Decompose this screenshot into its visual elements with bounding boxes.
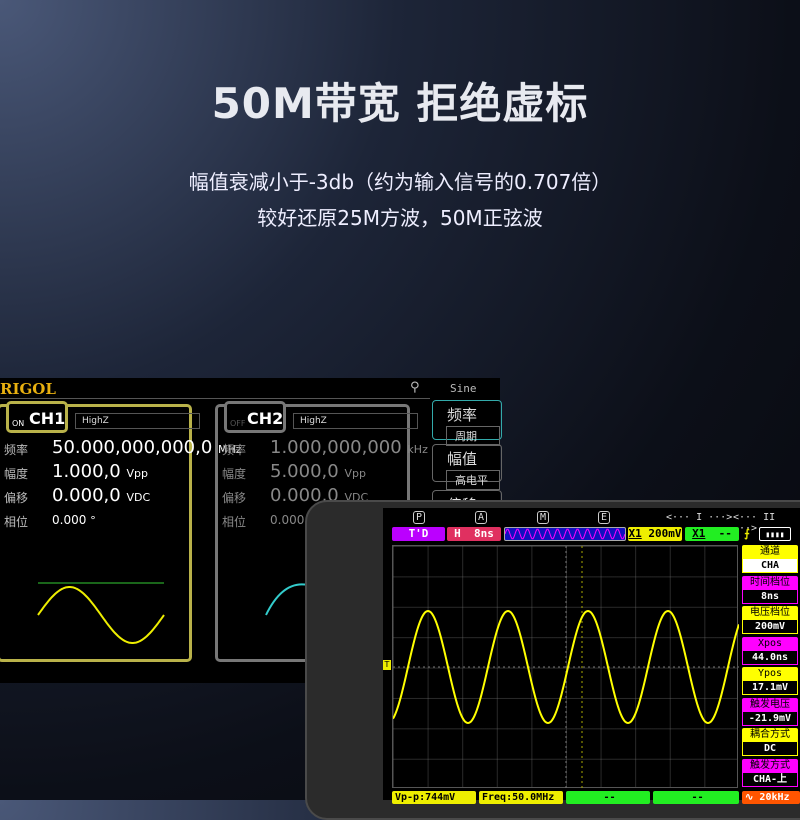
panel-value: 200mV xyxy=(742,619,798,634)
panel-item-4[interactable]: Ypos 17.1mV xyxy=(742,667,798,695)
oscilloscope-screen: P A M E <··· I ···> <··· II ···> T'D H 8… xyxy=(383,508,800,804)
value: 1.000,0 xyxy=(52,461,121,482)
cha-scale-badge[interactable]: X1 200mV xyxy=(628,527,682,541)
value: 5.000,0 xyxy=(270,461,339,482)
unit: ° xyxy=(90,514,96,527)
panel-item-3[interactable]: Xpos 44.0ns xyxy=(742,636,798,665)
waveform-overview[interactable] xyxy=(504,527,626,541)
panel-item-7[interactable]: 触发方式 CHA-上 xyxy=(742,758,798,787)
panel-label: 触发电压 xyxy=(742,697,798,711)
label: 频率 xyxy=(222,443,247,457)
label: 幅度 xyxy=(4,467,29,481)
value: 0.000,0 xyxy=(52,485,121,506)
ch1-panel[interactable]: ON CH1 HighZ 频率 50.000,000,000,0 MHz 幅度 1.0… xyxy=(0,401,242,662)
label: 偏移 xyxy=(4,491,29,505)
measure-4[interactable]: -- xyxy=(653,791,739,804)
unit: kHz xyxy=(407,443,428,456)
value: 0.000 xyxy=(52,513,87,527)
subtitle-line-1: 幅值衰减小于-3db（约为输入信号的0.707倍） xyxy=(188,170,612,194)
ch1-waveform-preview xyxy=(37,582,165,644)
ch2-load: HighZ xyxy=(293,413,418,429)
ch2-row-offset[interactable]: 偏移 0.000,0 VDC xyxy=(222,485,368,506)
panel-value: CHA xyxy=(742,558,798,573)
label: 频率 xyxy=(4,443,29,457)
label: 相位 xyxy=(4,515,29,529)
generator-freq-badge[interactable]: ∿ 20kHz xyxy=(742,791,800,804)
ch1-row-freq[interactable]: 频率 50.000,000,000,0 MHz xyxy=(4,437,242,458)
timebase-value: 8ns xyxy=(474,527,494,540)
vpp-measure[interactable]: Vp-p:744mV xyxy=(392,791,476,804)
key-a[interactable]: A xyxy=(475,511,488,524)
ch1-state: ON xyxy=(12,419,25,428)
panel-label: 时间档位 xyxy=(742,575,798,589)
headline: 50M带宽 拒绝虚标 xyxy=(211,79,589,128)
ch1-row-phase[interactable]: 相位 0.000 ° xyxy=(4,513,96,530)
label: 相位 xyxy=(222,515,247,529)
panel-value: 17.1mV xyxy=(742,680,798,695)
key-p[interactable]: P xyxy=(413,511,426,524)
timebase-badge[interactable]: H 8ns xyxy=(447,527,501,541)
ch2-state: OFF xyxy=(230,419,246,428)
subtitle-line-2: 较好还原25M方波，50M正弦波 xyxy=(257,206,543,230)
panel-label: 电压档位 xyxy=(742,606,798,619)
ch1-row-amp[interactable]: 幅度 1.000,0 Vpp xyxy=(4,461,148,482)
panel-item-0[interactable]: 通道 CHA xyxy=(742,545,798,573)
chb-probe: X1 xyxy=(692,527,706,540)
panel-label: Ypos xyxy=(742,667,798,680)
menu-high-level-button[interactable]: 高电平 xyxy=(446,470,500,490)
panel-value: 8ns xyxy=(742,588,798,604)
ch2-row-amp[interactable]: 幅度 5.000,0 Vpp xyxy=(222,461,366,482)
trigger-edge-icon: ⨍ xyxy=(744,527,750,540)
cha-ground-marker[interactable]: T xyxy=(383,660,391,670)
cha-volts: 200mV xyxy=(648,527,682,540)
generator-freq: 20kHz xyxy=(759,792,790,803)
panel-label: 通道 xyxy=(742,545,798,558)
panel-label: 触发方式 xyxy=(742,758,798,772)
panel-value: DC xyxy=(742,741,798,756)
chb-volts: -- xyxy=(718,527,732,540)
ch1-name: CH1 xyxy=(29,409,66,428)
ch2-tab[interactable]: OFF CH2 xyxy=(224,401,286,433)
value: 0.000 xyxy=(270,513,305,527)
label: 幅度 xyxy=(222,467,247,481)
ch2-row-freq[interactable]: 频率 1.000,000,000 kHz xyxy=(222,437,428,458)
waveform-label: Sine xyxy=(450,382,477,395)
panel-item-1[interactable]: 时间档位 8ns xyxy=(742,575,798,604)
chb-scale-badge[interactable]: X1 -- xyxy=(685,527,739,541)
battery-icon: ▮▮▮▮ xyxy=(759,527,791,541)
panel-item-2[interactable]: 电压档位 200mV xyxy=(742,606,798,634)
cha-probe: X1 xyxy=(628,527,642,540)
freq-measure[interactable]: Freq:50.0MHz xyxy=(479,791,563,804)
ch1-row-offset[interactable]: 偏移 0.000,0 VDC xyxy=(4,485,150,506)
key-m[interactable]: M xyxy=(537,511,550,524)
waveform-grid[interactable] xyxy=(392,545,739,789)
panel-value: CHA-上 xyxy=(742,771,798,787)
panel-item-5[interactable]: 触发电压 -21.9mV xyxy=(742,697,798,726)
value: 1.000,000,000 xyxy=(270,437,402,458)
measure-3[interactable]: -- xyxy=(566,791,650,804)
mode-badge[interactable]: T'D xyxy=(392,527,445,541)
panel-value: -21.9mV xyxy=(742,710,798,726)
key-e[interactable]: E xyxy=(598,511,611,524)
timebase-label: H xyxy=(454,527,461,540)
usb-icon: ⚲ xyxy=(410,380,420,395)
wave-icon: ∿ xyxy=(745,792,754,803)
brand-logo: RIGOL xyxy=(0,380,56,398)
panel-item-6[interactable]: 耦合方式 DC xyxy=(742,728,798,756)
unit: Vpp xyxy=(344,467,366,480)
panel-label: 耦合方式 xyxy=(742,728,798,741)
panel-value: 44.0ns xyxy=(742,649,798,665)
unit: Vpp xyxy=(126,467,148,480)
ch1-load: HighZ xyxy=(75,413,200,429)
unit: VDC xyxy=(126,491,151,504)
cursor-1[interactable]: <··· I ···> xyxy=(666,512,732,523)
label: 偏移 xyxy=(222,491,247,505)
ch2-row-phase[interactable]: 相位0.000 ° xyxy=(222,513,314,530)
panel-label: Xpos xyxy=(742,636,798,650)
menu-period-button[interactable]: 周期 xyxy=(446,426,500,446)
value: 50.000,000,000,0 xyxy=(52,437,213,458)
ch1-tab[interactable]: ON CH1 xyxy=(6,401,68,433)
ch2-name: CH2 xyxy=(247,409,284,428)
